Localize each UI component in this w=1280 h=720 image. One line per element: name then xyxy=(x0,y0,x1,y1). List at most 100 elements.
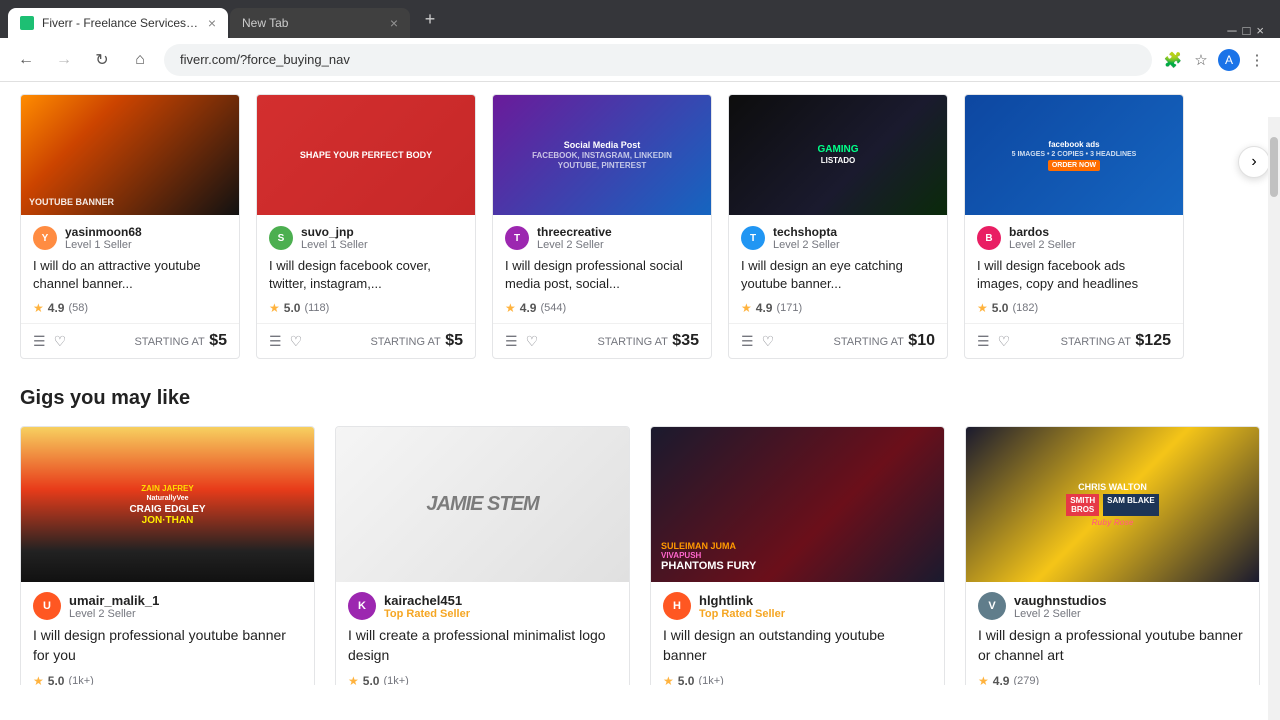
gig-seller-4: T techshopta Level 2 Seller xyxy=(729,215,947,257)
gig-actions-3: ☰ ♡ xyxy=(505,333,538,350)
starting-at-2: STARTING AT xyxy=(370,336,440,348)
bottom-gig-card-4: CHRIS WALTON SMITHBROS SAM BLAKE Ruby Ro… xyxy=(965,426,1260,685)
gig-seller-2: S suvo_jnp Level 1 Seller xyxy=(257,215,475,257)
seller-avatar-2: S xyxy=(269,226,293,250)
seller-level-4: Level 2 Seller xyxy=(773,239,935,251)
gig-actions-4: ☰ ♡ xyxy=(741,333,774,350)
rating-count-1: (58) xyxy=(68,302,88,314)
gig-card-4: GAMINGLISTADO T techshopta Level 2 Selle… xyxy=(728,94,948,359)
bottom-star-3: ★ xyxy=(663,674,674,685)
gig-rating-1: ★ 4.9 (58) xyxy=(21,301,239,323)
favorite-btn-3[interactable]: ♡ xyxy=(526,333,539,350)
bottom-gig-card-1: ZAIN JAFREY NaturallyVee CRAIG EDGLEY JO… xyxy=(20,426,315,685)
rating-count-4: (171) xyxy=(776,302,802,314)
bottom-rating-count-3: (1k+) xyxy=(698,675,723,685)
tab-newtab[interactable]: New Tab × xyxy=(230,8,410,38)
compare-btn-4[interactable]: ☰ xyxy=(741,333,754,350)
gig-title-3: I will design professional social media … xyxy=(493,257,711,301)
gig-title-4: I will design an eye catching youtube ba… xyxy=(729,257,947,301)
tabs-bar: Fiverr - Freelance Services Mark... × Ne… xyxy=(0,0,1280,38)
minimize-btn[interactable]: ─ xyxy=(1227,23,1236,38)
bottom-gig-seller-4: V vaughnstudios Level 2 Seller xyxy=(966,582,1259,626)
gig-actions-2: ☰ ♡ xyxy=(269,333,302,350)
tab-close-fiverr[interactable]: × xyxy=(208,15,216,31)
bottom-gig-rating-3: ★ 5.0 (1k+) xyxy=(651,674,944,685)
extensions-icon[interactable]: 🧩 xyxy=(1162,49,1184,71)
bottom-gig-image-2: JAMIE STEM xyxy=(336,427,629,582)
section-title: Gigs you may like xyxy=(20,387,1260,410)
tab-close-new[interactable]: × xyxy=(390,15,398,31)
gig-title-2: I will design facebook cover, twitter, i… xyxy=(257,257,475,301)
carousel-next-btn[interactable]: › xyxy=(1238,146,1270,178)
seller-avatar-5: B xyxy=(977,226,1001,250)
bottom-gig-title-1: I will design professional youtube banne… xyxy=(21,626,314,673)
reload-button[interactable]: ↻ xyxy=(88,46,116,74)
favorite-btn-4[interactable]: ♡ xyxy=(762,333,775,350)
tab-title-new: New Tab xyxy=(242,16,382,30)
gig-image-5: facebook ads5 IMAGES • 2 COPIES • 3 HEAD… xyxy=(965,95,1183,215)
compare-btn-3[interactable]: ☰ xyxy=(505,333,518,350)
address-bar[interactable]: fiverr.com/?force_buying_nav xyxy=(164,44,1152,76)
bottom-gig-seller-3: H hlghtlink Top Rated Seller xyxy=(651,582,944,626)
home-button[interactable]: ⌂ xyxy=(126,46,154,74)
seller-level-3: Level 2 Seller xyxy=(537,239,699,251)
starting-at-1: STARTING AT xyxy=(134,336,204,348)
bottom-rating-val-2: 5.0 xyxy=(363,674,380,685)
seller-level-5: Level 2 Seller xyxy=(1009,239,1171,251)
rating-val-1: 4.9 xyxy=(48,301,65,315)
bookmark-icon[interactable]: ☆ xyxy=(1190,49,1212,71)
gig-footer-4: ☰ ♡ STARTING AT $10 xyxy=(729,323,947,358)
menu-icon[interactable]: ⋮ xyxy=(1246,49,1268,71)
gig-title-5: I will design facebook ads images, copy … xyxy=(965,257,1183,301)
address-text: fiverr.com/?force_buying_nav xyxy=(180,52,350,67)
bottom-seller-avatar-1: U xyxy=(33,592,61,620)
rating-count-3: (544) xyxy=(540,302,566,314)
compare-btn-5[interactable]: ☰ xyxy=(977,333,990,350)
bottom-seller-name-1: umair_malik_1 xyxy=(69,593,302,608)
tab-favicon xyxy=(20,16,34,30)
bottom-gig-rating-1: ★ 5.0 (1k+) xyxy=(21,674,314,685)
bottom-gig-title-3: I will design an outstanding youtube ban… xyxy=(651,626,944,673)
nav-icons: 🧩 ☆ A ⋮ xyxy=(1162,49,1268,71)
seller-name-2: suvo_jnp xyxy=(301,225,463,239)
gig-seller-3: T threecreative Level 2 Seller xyxy=(493,215,711,257)
bottom-star-4: ★ xyxy=(978,674,989,685)
page-content: YouTube Banner Y yasinmoon68 Level 1 Sel… xyxy=(0,82,1280,685)
bottom-gig-card-2: JAMIE STEM K kairachel451 Top Rated Sell… xyxy=(335,426,630,685)
bottom-seller-name-2: kairachel451 xyxy=(384,593,617,608)
scrollbar-track[interactable] xyxy=(1268,117,1280,720)
maximize-btn[interactable]: □ xyxy=(1243,23,1251,38)
seller-name-1: yasinmoon68 xyxy=(65,225,227,239)
bottom-rating-count-2: (1k+) xyxy=(383,675,408,685)
star-icon-1: ★ xyxy=(33,301,44,315)
tab-fiverr[interactable]: Fiverr - Freelance Services Mark... × xyxy=(8,8,228,38)
nav-bar: ← → ↻ ⌂ fiverr.com/?force_buying_nav 🧩 ☆… xyxy=(0,38,1280,82)
compare-btn-2[interactable]: ☰ xyxy=(269,333,282,350)
price-1: $5 xyxy=(209,332,227,349)
bottom-gigs-grid: ZAIN JAFREY NaturallyVee CRAIG EDGLEY JO… xyxy=(20,426,1260,685)
gig-footer-1: ☰ ♡ STARTING AT $5 xyxy=(21,323,239,358)
favorite-btn-1[interactable]: ♡ xyxy=(54,333,67,350)
favorite-btn-5[interactable]: ♡ xyxy=(998,333,1011,350)
star-icon-4: ★ xyxy=(741,301,752,315)
gig-rating-2: ★ 5.0 (118) xyxy=(257,301,475,323)
gig-image-2: SHAPE YOUR PERFECT BODY xyxy=(257,95,475,215)
gig-card-3: Social Media PostFACEBOOK, INSTAGRAM, LI… xyxy=(492,94,712,359)
seller-avatar-1: Y xyxy=(33,226,57,250)
favorite-btn-2[interactable]: ♡ xyxy=(290,333,303,350)
bottom-gig-image-3: SULEIMAN JUMA VIVAPUSH PHANTOMS FURY xyxy=(651,427,944,582)
bottom-gig-title-4: I will design a professional youtube ban… xyxy=(966,626,1259,673)
compare-btn-1[interactable]: ☰ xyxy=(33,333,46,350)
rating-count-2: (118) xyxy=(304,302,329,314)
close-btn[interactable]: × xyxy=(1256,23,1264,38)
forward-button[interactable]: → xyxy=(50,46,78,74)
rating-val-2: 5.0 xyxy=(284,301,301,315)
profile-icon[interactable]: A xyxy=(1218,49,1240,71)
bottom-seller-level-2: Top Rated Seller xyxy=(384,608,617,620)
bottom-gig-image-4: CHRIS WALTON SMITHBROS SAM BLAKE Ruby Ro… xyxy=(966,427,1259,582)
back-button[interactable]: ← xyxy=(12,46,40,74)
scrollbar-thumb[interactable] xyxy=(1270,137,1278,197)
bottom-rating-val-4: 4.9 xyxy=(993,674,1010,685)
new-tab-button[interactable]: + xyxy=(416,5,444,33)
star-icon-3: ★ xyxy=(505,301,516,315)
